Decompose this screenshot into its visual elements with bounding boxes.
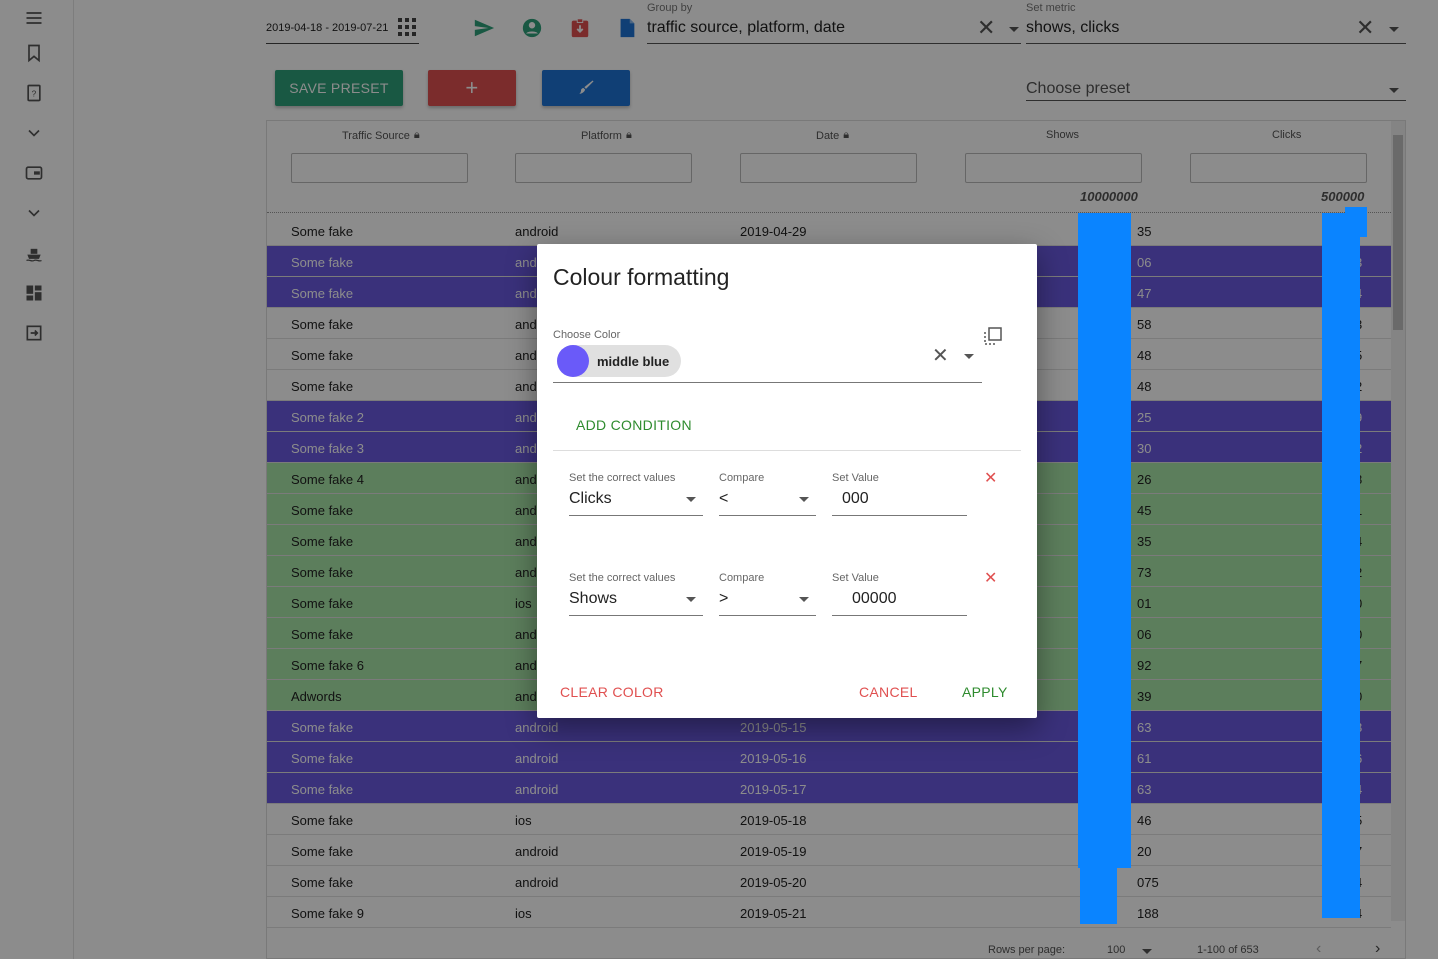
compare-underline (719, 615, 816, 616)
values-select[interactable]: Shows (569, 590, 679, 608)
color-select-underline (553, 382, 982, 383)
set-value-underline (832, 615, 967, 616)
select-area-icon[interactable] (983, 326, 1003, 351)
compare-label: Compare (719, 572, 765, 584)
set-value-label: Set Value (832, 572, 879, 584)
dialog-divider (553, 450, 1021, 451)
compare-select[interactable]: > (719, 590, 779, 608)
set-value-input[interactable]: 00000 (852, 590, 962, 608)
set-value-input[interactable]: 000 (842, 490, 962, 508)
values-underline (569, 515, 703, 516)
values-underline (569, 615, 703, 616)
compare-select[interactable]: < (719, 490, 779, 508)
chevron-down-icon[interactable] (964, 354, 974, 359)
apply-button[interactable]: APPLY (962, 684, 1008, 700)
colour-formatting-dialog: Colour formatting Choose Color middle bl… (537, 244, 1037, 718)
compare-underline (719, 515, 816, 516)
compare-label: Compare (719, 472, 765, 484)
values-label: Set the correct values (569, 472, 676, 484)
chevron-down-icon[interactable] (686, 497, 696, 502)
cancel-button[interactable]: CANCEL (859, 684, 918, 700)
shows-highlight-bar-end (1080, 860, 1117, 924)
clear-color-icon[interactable]: ✕ (932, 346, 949, 366)
chevron-down-icon[interactable] (799, 597, 809, 602)
remove-condition-icon[interactable]: ✕ (984, 468, 997, 488)
clicks-highlight-bar (1322, 213, 1360, 918)
add-condition-button[interactable]: ADD CONDITION (576, 417, 692, 433)
color-name: middle blue (597, 353, 670, 369)
values-label: Set the correct values (569, 572, 676, 584)
choose-color-label: Choose Color (553, 329, 621, 341)
chevron-down-icon[interactable] (799, 497, 809, 502)
color-chip[interactable]: middle blue (557, 345, 681, 377)
clear-color-button[interactable]: CLEAR COLOR (560, 684, 664, 700)
shows-highlight-bar (1078, 213, 1131, 868)
set-value-underline (832, 515, 967, 516)
clicks-highlight-bar-top (1345, 207, 1367, 237)
chevron-down-icon[interactable] (686, 597, 696, 602)
color-swatch (557, 345, 589, 377)
remove-condition-icon[interactable]: ✕ (984, 568, 997, 588)
set-value-label: Set Value (832, 472, 879, 484)
dialog-title: Colour formatting (553, 264, 730, 290)
values-select[interactable]: Clicks (569, 490, 679, 508)
